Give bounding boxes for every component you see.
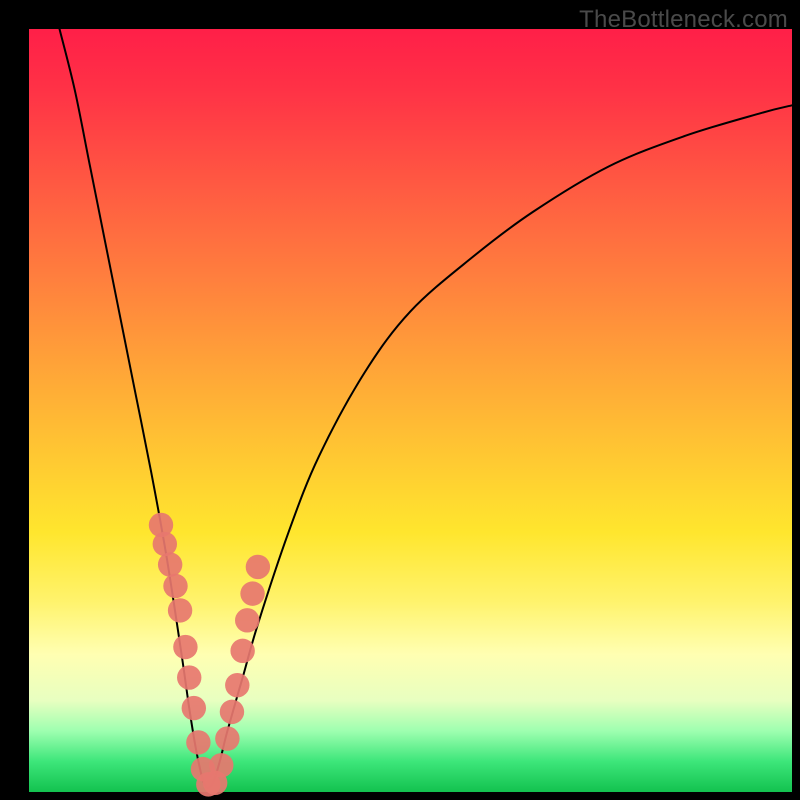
bead-marker [177, 665, 201, 689]
plot-area [29, 29, 792, 792]
bead-marker [240, 581, 264, 605]
bead-marker [235, 608, 259, 632]
bead-marker [225, 673, 249, 697]
bead-marker [182, 696, 206, 720]
curve-layer [29, 29, 792, 792]
bead-marker [230, 639, 254, 663]
bead-marker [168, 598, 192, 622]
curve-markers [149, 513, 270, 797]
bead-marker [246, 555, 270, 579]
bottleneck-curve [60, 29, 792, 788]
bead-marker [209, 753, 233, 777]
bead-marker [215, 726, 239, 750]
bead-marker [158, 552, 182, 576]
watermark-text: TheBottleneck.com [579, 6, 788, 34]
bead-marker [186, 730, 210, 754]
bead-marker [153, 532, 177, 556]
bead-marker [173, 635, 197, 659]
bead-marker [220, 700, 244, 724]
chart-frame: TheBottleneck.com [0, 0, 800, 800]
bead-marker [163, 574, 187, 598]
